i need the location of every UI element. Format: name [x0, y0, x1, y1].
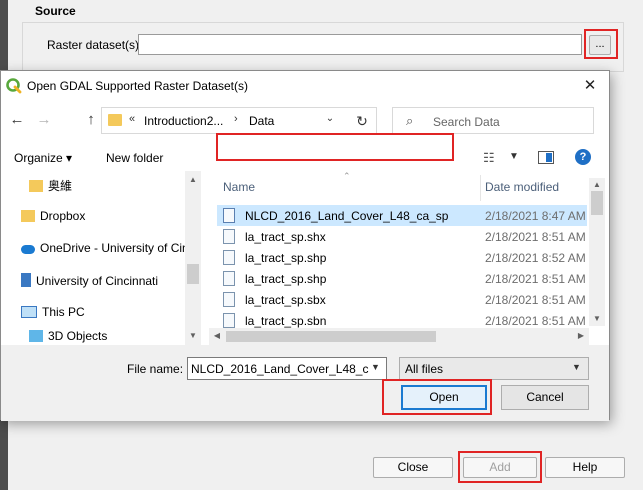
file-row[interactable]: la_tract_sp.sbx 2/18/2021 8:51 AM — [217, 289, 587, 310]
nav-item-user[interactable]: 奥維 — [29, 177, 72, 197]
column-divider[interactable] — [480, 175, 481, 201]
vscrollbar-thumb[interactable] — [591, 191, 603, 215]
column-header-date[interactable]: Date modified — [485, 180, 559, 194]
building-icon — [21, 273, 31, 287]
scroll-right-icon[interactable]: ▶ — [573, 331, 589, 340]
back-arrow-icon[interactable]: ← — [7, 109, 27, 131]
close-icon[interactable]: ✕ — [579, 75, 601, 97]
chevron-down-icon: ▼ — [572, 362, 581, 372]
file-row[interactable]: la_tract_sp.shx 2/18/2021 8:51 AM — [217, 226, 587, 247]
raster-file-icon — [223, 208, 235, 223]
breadcrumb-overflow[interactable]: « — [129, 113, 135, 125]
scroll-left-icon[interactable]: ◀ — [209, 331, 225, 340]
up-arrow-icon[interactable]: ↑ — [81, 109, 101, 131]
forward-arrow-icon[interactable]: → — [34, 109, 54, 131]
file-row[interactable]: NLCD_2016_Land_Cover_L48_ca_sp 2/18/2021… — [217, 205, 587, 226]
help-button[interactable]: Help — [545, 457, 625, 478]
file-icon — [223, 292, 235, 307]
file-icon — [223, 250, 235, 265]
file-name-field[interactable]: NLCD_2016_Land_Cover_L48_ca_sp ▼ — [187, 357, 387, 380]
annotation-highlight-box — [458, 451, 542, 483]
file-icon — [223, 271, 235, 286]
scroll-down-icon[interactable]: ▼ — [185, 331, 201, 340]
breadcrumb-item[interactable]: Introduction2... — [144, 114, 223, 128]
hscrollbar-thumb[interactable] — [226, 331, 436, 342]
annotation-highlight-box — [382, 379, 492, 415]
user-folder-icon — [29, 180, 43, 192]
folder-icon — [108, 114, 122, 126]
chevron-down-icon[interactable]: ▼ — [371, 362, 380, 372]
nav-item-onedrive[interactable]: OneDrive - University of Cin — [21, 241, 189, 261]
file-type-select[interactable]: All files ▼ — [399, 357, 589, 380]
file-row[interactable]: la_tract_sp.shp 2/18/2021 8:52 AM — [217, 247, 587, 268]
cloud-icon — [21, 245, 35, 254]
nav-scrollbar-thumb[interactable] — [187, 264, 199, 284]
raster-dataset-input[interactable] — [138, 34, 582, 55]
scroll-up-icon[interactable]: ▲ — [185, 175, 201, 184]
refresh-icon[interactable]: ↻ — [352, 111, 372, 131]
breadcrumb-item[interactable]: Data — [249, 114, 274, 128]
nav-item-dropbox[interactable]: Dropbox — [21, 209, 85, 229]
chevron-down-icon[interactable]: ⌄ — [322, 113, 338, 124]
file-name-value: NLCD_2016_Land_Cover_L48_ca_sp — [191, 362, 369, 376]
address-bar[interactable]: « Introduction2... › Data ⌄ ↻ — [101, 107, 377, 134]
pc-icon — [21, 306, 37, 318]
view-options-icon[interactable]: ☷ — [483, 150, 495, 166]
dialog-footer: File name: NLCD_2016_Land_Cover_L48_ca_s… — [1, 345, 609, 421]
search-placeholder: Search Data — [433, 115, 500, 129]
help-icon[interactable]: ? — [575, 149, 591, 165]
file-type-value: All files — [405, 362, 444, 376]
source-heading: Source — [35, 4, 76, 18]
chevron-right-icon[interactable]: › — [234, 113, 238, 125]
scroll-up-icon[interactable]: ▲ — [589, 180, 605, 189]
dialog-titlebar: Open GDAL Supported Raster Dataset(s) ✕ — [1, 71, 609, 101]
nav-item-this-pc[interactable]: This PC — [21, 305, 85, 325]
dialog-title: Open GDAL Supported Raster Dataset(s) — [27, 79, 248, 93]
sort-indicator-icon: ⌃ — [343, 171, 351, 181]
scroll-down-icon[interactable]: ▼ — [589, 314, 605, 323]
cancel-button[interactable]: Cancel — [501, 385, 589, 410]
open-file-dialog: Open GDAL Supported Raster Dataset(s) ✕ … — [0, 70, 610, 421]
file-list: ⌃ Name Date modified NLCD_2016_Land_Cove… — [209, 171, 605, 345]
column-header-name[interactable]: Name — [223, 180, 255, 194]
organize-menu[interactable]: Organize ▾ — [14, 151, 72, 165]
search-input[interactable]: ⌕ Search Data — [392, 107, 594, 134]
new-folder-button[interactable]: New folder — [106, 151, 163, 165]
preview-pane-icon[interactable] — [538, 151, 554, 164]
cube-icon — [29, 330, 43, 342]
nav-scrollbar[interactable]: ▲ ▼ — [185, 171, 201, 345]
raster-dataset-label: Raster dataset(s) — [47, 38, 140, 52]
close-button[interactable]: Close — [373, 457, 453, 478]
chevron-down-icon[interactable]: ▼ — [509, 151, 519, 162]
file-icon — [223, 229, 235, 244]
file-name-label: File name: — [127, 362, 184, 376]
file-row[interactable]: la_tract_sp.shp 2/18/2021 8:51 AM — [217, 268, 587, 289]
folder-icon — [21, 210, 35, 222]
nav-item-university[interactable]: University of Cincinnati — [21, 273, 158, 293]
annotation-highlight-box — [584, 29, 618, 59]
search-icon: ⌕ — [406, 113, 414, 128]
qgis-icon — [6, 78, 22, 94]
navigation-pane: 奥維 Dropbox OneDrive - University of Cin … — [1, 171, 201, 345]
annotation-highlight-box — [216, 133, 454, 161]
file-icon — [223, 313, 235, 328]
